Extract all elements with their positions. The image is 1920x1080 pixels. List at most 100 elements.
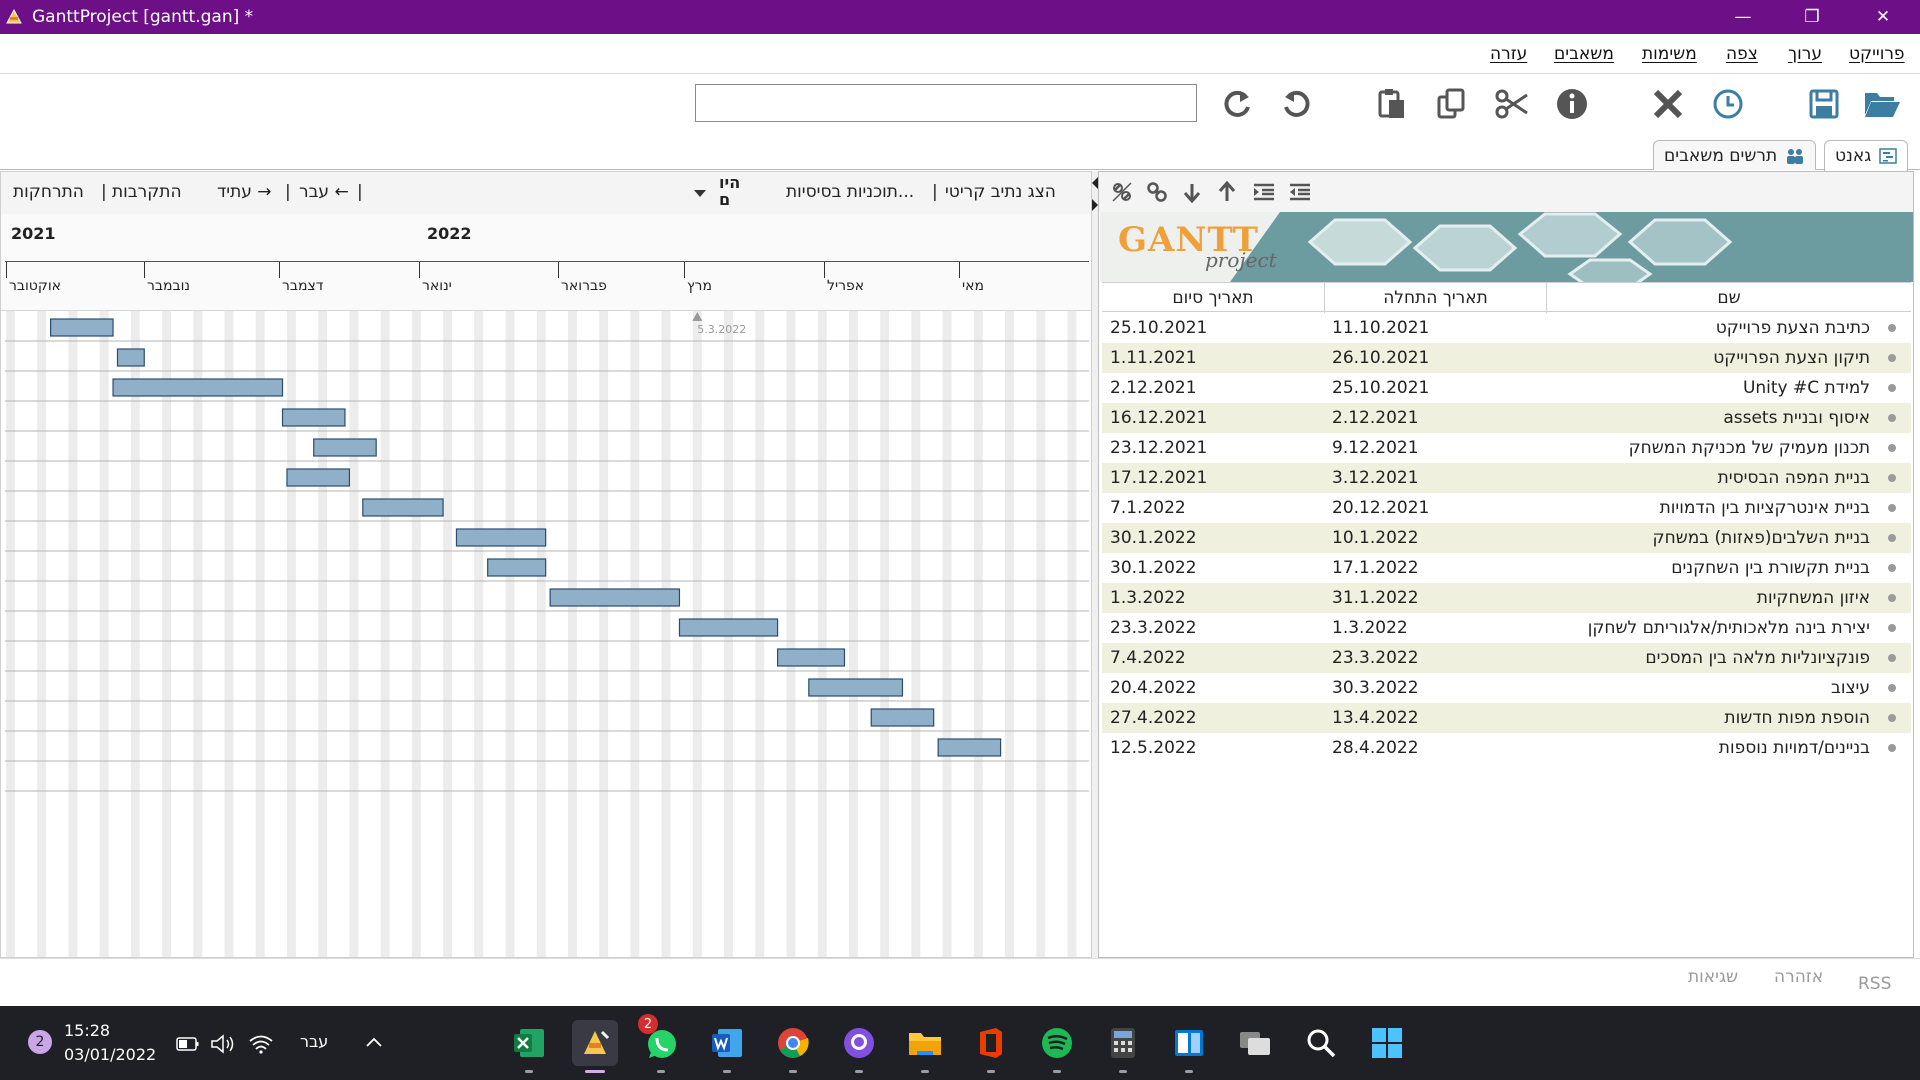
task-name[interactable]: איסוף ובניית assets: [1550, 403, 1870, 433]
zoom-out-button[interactable]: התרחקות: [13, 182, 84, 202]
menu-help[interactable]: עזרה: [1490, 44, 1527, 64]
task-end-date[interactable]: 20.4.2022: [1110, 673, 1320, 703]
task-start-date[interactable]: 25.10.2021: [1332, 373, 1542, 403]
input-language-indicator[interactable]: עבר: [300, 1032, 328, 1051]
undo-icon[interactable]: [1277, 84, 1317, 124]
task-name[interactable]: למידת Unity #C: [1550, 373, 1870, 403]
task-row[interactable]: 20.4.2022 30.3.2022 עיצוב: [1102, 673, 1911, 703]
unlink-icon[interactable]: [1109, 180, 1135, 204]
open-folder-icon[interactable]: [1862, 84, 1902, 124]
baselines-button[interactable]: תוכניות בסיסיות...: [786, 182, 914, 202]
task-bar[interactable]: [116, 348, 145, 367]
task-bar[interactable]: [112, 378, 284, 397]
task-name[interactable]: תכנון מעמיק של מכניקת המשחק: [1550, 433, 1870, 463]
task-name[interactable]: בניית תקשורת בין השחקנים: [1550, 553, 1870, 583]
task-start-date[interactable]: 31.1.2022: [1332, 583, 1542, 613]
menu-edit[interactable]: ערוך: [1788, 44, 1822, 64]
column-header-start-date[interactable]: תאריך התחלה: [1324, 283, 1546, 313]
back-button[interactable]: עבר ←: [299, 182, 349, 202]
task-row[interactable]: 23.12.2021 9.12.2021 תכנון מעמיק של מכניקת…: [1102, 433, 1911, 463]
warnings-link[interactable]: אזהרה: [1774, 967, 1823, 987]
start-menu-icon[interactable]: [1364, 1020, 1410, 1066]
save-icon[interactable]: [1804, 84, 1844, 124]
task-start-date[interactable]: 23.3.2022: [1332, 643, 1542, 673]
task-end-date[interactable]: 17.12.2021: [1110, 463, 1320, 493]
clock-time[interactable]: 15:28: [64, 1021, 110, 1040]
menu-resources[interactable]: משאבים: [1554, 44, 1614, 64]
task-row[interactable]: 2.12.2021 25.10.2021 למידת Unity #C: [1102, 373, 1911, 403]
close-window-button[interactable]: ✕: [1852, 0, 1914, 34]
task-bar[interactable]: [937, 738, 1002, 757]
tab-gantt[interactable]: גאנט: [1824, 140, 1909, 171]
task-row[interactable]: 16.12.2021 2.12.2021 איסוף ובניית assets: [1102, 403, 1911, 433]
task-start-date[interactable]: 2.12.2021: [1332, 403, 1542, 433]
task-end-date[interactable]: 7.1.2022: [1110, 493, 1320, 523]
rss-link[interactable]: RSS: [1858, 974, 1891, 994]
copy-icon[interactable]: [1432, 84, 1472, 124]
task-row[interactable]: 30.1.2022 17.1.2022 בניית תקשורת בין השחקנ…: [1102, 553, 1911, 583]
maximize-button[interactable]: ❐: [1781, 0, 1843, 34]
word-app-icon[interactable]: [704, 1020, 750, 1073]
task-start-date[interactable]: 11.10.2021: [1332, 313, 1542, 343]
errors-link[interactable]: שגיאות: [1688, 967, 1738, 987]
task-row[interactable]: 1.11.2021 26.10.2021 תיקון הצעת הפרוייקט: [1102, 343, 1911, 373]
task-end-date[interactable]: 7.4.2022: [1110, 643, 1320, 673]
task-bar[interactable]: [281, 408, 346, 427]
excel-app-icon[interactable]: [506, 1020, 552, 1073]
volume-icon[interactable]: [210, 1034, 236, 1054]
cut-icon[interactable]: [1492, 84, 1532, 124]
office-app-icon[interactable]: [968, 1020, 1014, 1073]
minimize-button[interactable]: —: [1712, 0, 1774, 34]
task-start-date[interactable]: 17.1.2022: [1332, 553, 1542, 583]
delete-icon[interactable]: [1648, 84, 1688, 124]
task-row[interactable]: 7.1.2022 20.12.2021 בניית אינטרקציות בין ה…: [1102, 493, 1911, 523]
spotify-app-icon[interactable]: [1034, 1020, 1080, 1073]
column-header-end-date[interactable]: תאריך סיום: [1102, 283, 1324, 313]
task-bar[interactable]: [487, 558, 547, 577]
clock-date[interactable]: 03/01/2022: [64, 1045, 156, 1064]
outdent-icon[interactable]: [1287, 180, 1313, 204]
task-start-date[interactable]: 10.1.2022: [1332, 523, 1542, 553]
indent-icon[interactable]: [1251, 180, 1277, 204]
task-start-date[interactable]: 13.4.2022: [1332, 703, 1542, 733]
search-icon[interactable]: [1298, 1020, 1344, 1066]
move-up-icon[interactable]: [1214, 180, 1240, 204]
task-row[interactable]: 30.1.2022 10.1.2022 בניית השלבים(פאזות) במ…: [1102, 523, 1911, 553]
task-row[interactable]: 7.4.2022 23.3.2022 פונקציונליות מלאה בין ה…: [1102, 643, 1911, 673]
task-end-date[interactable]: 2.12.2021: [1110, 373, 1320, 403]
notification-badge[interactable]: 2: [28, 1030, 52, 1054]
search-input[interactable]: [695, 84, 1197, 122]
info-icon[interactable]: [1552, 84, 1592, 124]
menu-project[interactable]: פרוייקט: [1849, 44, 1905, 64]
task-start-date[interactable]: 26.10.2021: [1332, 343, 1542, 373]
task-end-date[interactable]: 16.12.2021: [1110, 403, 1320, 433]
task-row[interactable]: 23.3.2022 1.3.2022 יצירת בינה מלאכותית/אלג…: [1102, 613, 1911, 643]
redo-icon[interactable]: [1217, 84, 1257, 124]
task-name[interactable]: יצירת בינה מלאכותית/אלגוריתם לשחקן: [1550, 613, 1870, 643]
task-bar[interactable]: [313, 438, 377, 457]
github-app-icon[interactable]: [836, 1020, 882, 1073]
task-end-date[interactable]: 30.1.2022: [1110, 553, 1320, 583]
task-end-date[interactable]: 25.10.2021: [1110, 313, 1320, 343]
task-name[interactable]: בניית השלבים(פאזות) במשחק: [1550, 523, 1870, 553]
ganttproject-app-icon[interactable]: [572, 1020, 618, 1073]
chrome-app-icon[interactable]: [770, 1020, 816, 1073]
task-start-date[interactable]: 9.12.2021: [1332, 433, 1542, 463]
task-name[interactable]: כתיבת הצעת פרוייקט: [1550, 313, 1870, 343]
task-start-date[interactable]: 28.4.2022: [1332, 733, 1542, 763]
task-end-date[interactable]: 23.3.2022: [1110, 613, 1320, 643]
task-bar[interactable]: [362, 498, 444, 517]
column-header-name[interactable]: שם: [1546, 283, 1911, 313]
task-bar[interactable]: [870, 708, 935, 727]
forward-button[interactable]: עתיד →: [217, 182, 272, 202]
clock-icon[interactable]: [1708, 84, 1748, 124]
task-end-date[interactable]: 1.3.2022: [1110, 583, 1320, 613]
file-explorer-app-icon[interactable]: [902, 1020, 948, 1073]
task-bar[interactable]: [808, 678, 904, 697]
today-dropdown-icon[interactable]: [694, 190, 706, 198]
task-row[interactable]: 27.4.2022 13.4.2022 הוספת מפות חדשות: [1102, 703, 1911, 733]
task-view-icon[interactable]: [1232, 1020, 1278, 1066]
task-bar[interactable]: [455, 528, 547, 547]
task-name[interactable]: בניית אינטרקציות בין הדמויות: [1550, 493, 1870, 523]
task-start-date[interactable]: 30.3.2022: [1332, 673, 1542, 703]
